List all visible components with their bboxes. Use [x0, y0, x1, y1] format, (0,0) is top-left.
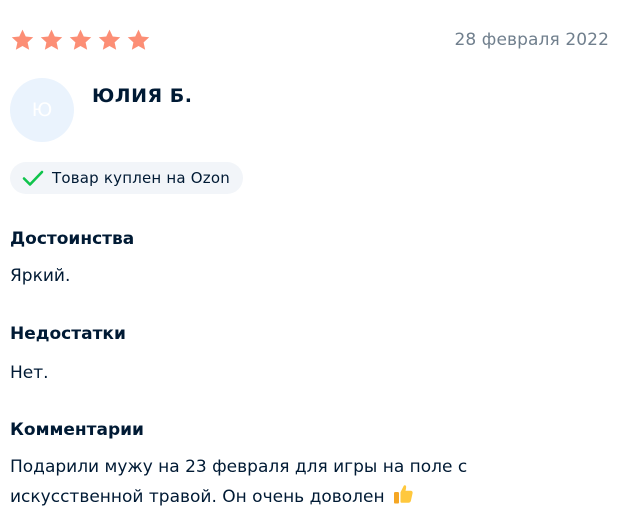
author-name[interactable]: ЮЛИЯ Б.: [92, 85, 192, 107]
star-icon: [40, 29, 63, 50]
checkmark-icon: [22, 170, 44, 186]
comment-title: Комментарии: [10, 420, 144, 440]
avatar-initial: Ю: [31, 99, 53, 121]
rating-stars: [10, 28, 151, 53]
star-icon: [98, 29, 121, 50]
review-card: 28 февраля 2022 Ю ЮЛИЯ Б. Товар куплен н…: [0, 0, 621, 525]
thumbs-up-icon: [393, 485, 413, 504]
review-date: 28 февраля 2022: [454, 30, 609, 50]
avatar[interactable]: Ю: [10, 78, 74, 142]
badge-label: Товар куплен на Ozon: [52, 169, 230, 187]
pros-title: Достоинства: [10, 229, 135, 249]
cons-text: Нет.: [10, 363, 49, 383]
pros-text: Яркий.: [10, 266, 71, 286]
star-icon: [11, 29, 34, 50]
purchase-verified-badge: Товар куплен на Ozon: [10, 162, 243, 194]
star-icon: [69, 29, 92, 50]
star-icon: [127, 29, 150, 50]
cons-title: Недостатки: [10, 324, 126, 344]
comment-body: Подарили мужу на 23 февраля для игры на …: [10, 453, 590, 512]
